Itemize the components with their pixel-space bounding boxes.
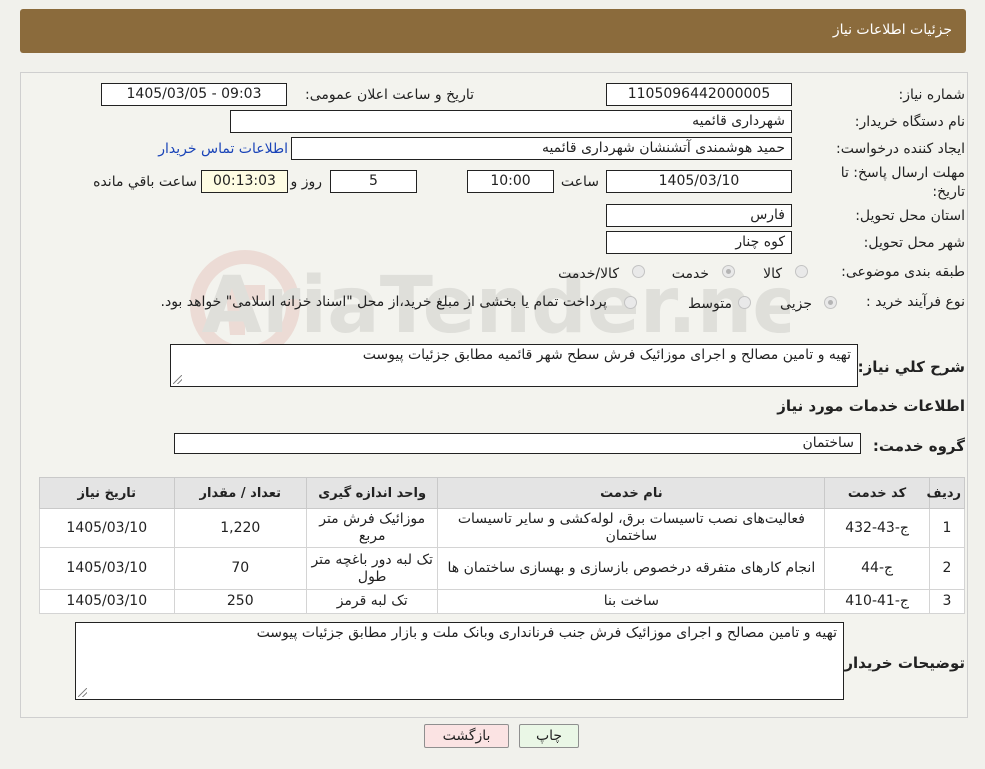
col-header-row-number: ردیف — [926, 477, 966, 509]
summary-label: شرح کلي نیاز: — [857, 358, 965, 376]
col-header-service-name: نام خدمت — [437, 477, 826, 509]
remaining-time-field: 00:13:03 — [201, 170, 288, 193]
announce-datetime-value: 1405/03/05 - 09:03 — [126, 86, 262, 102]
cell-service-name: انجام کارهای متفرقه درخصوص بازسازی و بهس… — [437, 547, 826, 590]
city-field: کوه چنار — [606, 231, 792, 254]
cell-row-number: 2 — [928, 547, 966, 590]
cell-need-date: 1405/03/10 — [39, 547, 175, 590]
province-field: فارس — [606, 204, 792, 227]
col-header-need-date: تاریخ نیاز — [39, 477, 175, 509]
announce-datetime-field: 1405/03/05 - 09:03 — [101, 83, 287, 106]
city-label: شهر محل تحویل: — [863, 235, 965, 251]
category-radio-goods-service[interactable] — [632, 265, 645, 278]
cell-unit: موزائیک فرش متر مربع — [305, 508, 439, 548]
need-number-field: 1105096442000005 — [606, 83, 792, 106]
days-label: روز و — [290, 174, 323, 190]
category-option-service: خدمت — [671, 266, 709, 282]
process-option-medium: متوسط — [688, 296, 732, 312]
resize-grip-icon[interactable] — [78, 688, 87, 697]
service-group-label: گروه خدمت: — [872, 437, 965, 455]
cell-row-number: 1 — [928, 508, 966, 548]
table-row: 2 ج-44 انجام کارهای متفرقه درخصوص بازساز… — [39, 547, 966, 590]
category-option-goods: کالا — [763, 266, 782, 282]
cell-service-name: فعالیت‌های نصب تاسیسات برق، لوله‌کشی و س… — [437, 508, 826, 548]
cell-quantity: 250 — [173, 589, 307, 614]
creator-label: ایجاد کننده درخواست: — [836, 141, 965, 157]
col-header-service-code: کد خدمت — [824, 477, 930, 509]
cell-need-date: 1405/03/10 — [39, 508, 175, 548]
buyer-org-field: شهرداری قائمیه — [230, 110, 792, 133]
buyer-org-label: نام دستگاه خریدار: — [854, 114, 965, 130]
page-title: جزئیات اطلاعات نیاز — [832, 22, 952, 38]
buyer-notes-textarea[interactable]: تهیه و تامین مصالح و اجرای موزائیک فرش ج… — [75, 622, 844, 700]
summary-text: تهیه و تامین مصالح و اجرای موزائیک فرش س… — [362, 347, 851, 363]
process-radio-treasury[interactable] — [624, 296, 637, 309]
resize-grip-icon[interactable] — [173, 375, 182, 384]
deadline-time-field: 10:00 — [467, 170, 554, 193]
cell-service-code: ج-43-432 — [824, 508, 930, 548]
process-label: نوع فرآیند خرید : — [866, 294, 965, 310]
deadline-date-field: 1405/03/10 — [606, 170, 792, 193]
services-table: ردیف کد خدمت نام خدمت واحد اندازه گیری ت… — [39, 477, 966, 614]
cell-unit: تک لبه قرمز — [305, 589, 439, 614]
cell-quantity: 1,220 — [173, 508, 307, 548]
payment-note: پرداخت تمام یا بخشی از مبلغ خرید،از محل … — [160, 294, 607, 310]
cell-unit: تک لبه دور باغچه متر طول — [305, 547, 439, 590]
cell-quantity: 70 — [173, 547, 307, 590]
remaining-label: ساعت باقي مانده — [93, 174, 197, 190]
buyer-notes-label: توضیحات خریدار: — [838, 654, 965, 672]
process-option-minor: جزیی — [780, 296, 812, 312]
deadline-time-label: ساعت — [560, 174, 599, 190]
summary-textarea[interactable]: تهیه و تامین مصالح و اجرای موزائیک فرش س… — [170, 344, 858, 387]
province-label: استان محل تحویل: — [855, 208, 965, 224]
table-row: 1 ج-43-432 فعالیت‌های نصب تاسیسات برق، ل… — [39, 508, 966, 548]
category-radio-service[interactable] — [722, 265, 735, 278]
announce-label: تاریخ و ساعت اعلان عمومی: — [305, 87, 474, 103]
process-radio-medium[interactable] — [738, 296, 751, 309]
category-option-goods-service: کالا/خدمت — [558, 266, 619, 282]
days-field: 5 — [330, 170, 417, 193]
back-button[interactable]: بازگشت — [424, 724, 509, 748]
cell-row-number: 3 — [928, 589, 966, 614]
cell-service-code: ج-41-410 — [824, 589, 930, 614]
need-number-label: شماره نیاز: — [898, 87, 966, 103]
table-header-row: ردیف کد خدمت نام خدمت واحد اندازه گیری ت… — [39, 477, 966, 509]
page-header: جزئیات اطلاعات نیاز — [20, 9, 966, 53]
category-label: طبقه بندی موضوعی: — [841, 264, 965, 280]
print-button[interactable]: چاپ — [519, 724, 579, 748]
services-heading: اطلاعات خدمات مورد نیاز — [777, 397, 965, 415]
buyer-notes-text: تهیه و تامین مصالح و اجرای موزائیک فرش ج… — [256, 625, 837, 641]
process-radio-minor[interactable] — [824, 296, 837, 309]
service-group-field: ساختمان — [174, 433, 861, 454]
creator-field: حمید هوشمندی آتشنشان شهرداری قائمیه — [291, 137, 792, 160]
col-header-quantity: تعداد / مقدار — [173, 477, 307, 509]
cell-service-code: ج-44 — [824, 547, 930, 590]
contact-buyer-link[interactable]: اطلاعات تماس خریدار — [158, 141, 288, 157]
cell-need-date: 1405/03/10 — [39, 589, 175, 614]
col-header-unit: واحد اندازه گیری — [305, 477, 439, 509]
table-row: 3 ج-41-410 ساخت بنا تک لبه قرمز 250 1405… — [39, 589, 966, 614]
cell-service-name: ساخت بنا — [437, 589, 826, 614]
category-radio-goods[interactable] — [795, 265, 808, 278]
deadline-label: مهلت ارسال پاسخ: تا تاریخ: — [840, 165, 965, 200]
